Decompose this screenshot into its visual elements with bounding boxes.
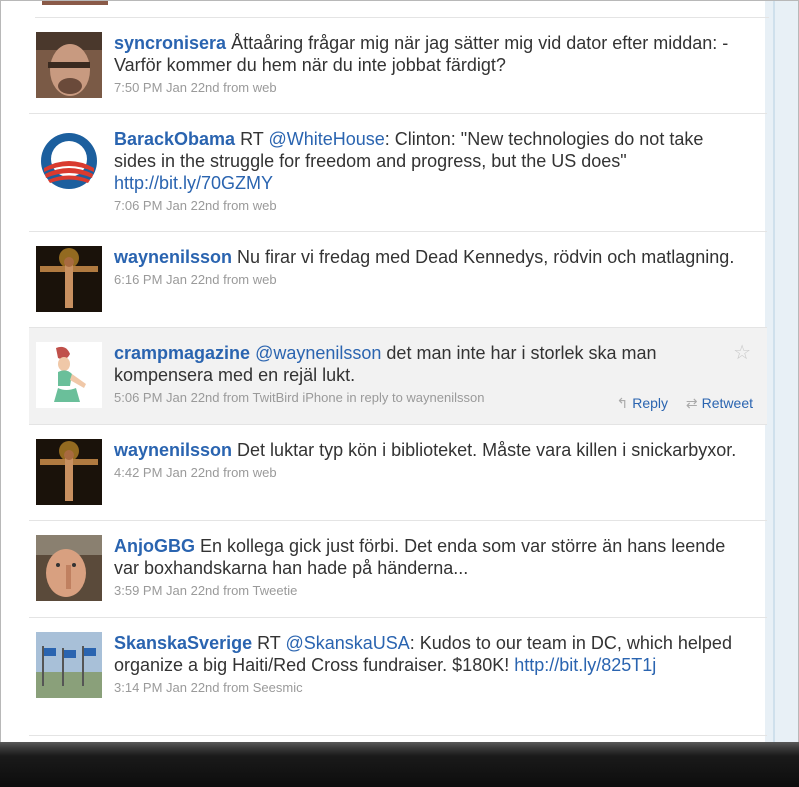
tweet: waynenilsson Nu firar vi fredag med Dead… [29,232,767,328]
star-icon[interactable]: ☆ [733,340,751,365]
avatar[interactable] [36,535,102,601]
tweet-body: AnjoGBG En kollega gick just förbi. Det … [114,535,747,599]
tweet-meta[interactable]: 7:06 PM Jan 22nd from web [114,198,747,214]
tweet: BarackObama RT @WhiteHouse: Clinton: "Ne… [29,114,767,232]
retweet-label: Retweet [701,395,753,411]
mention-link[interactable]: @SkanskaUSA [285,633,409,653]
retweet-button[interactable]: ⇄ Retweet [686,395,753,411]
tweet-meta[interactable]: 4:42 PM Jan 22nd from web [114,465,747,481]
avatar[interactable] [36,439,102,505]
avatar[interactable] [36,632,102,698]
sidebar-divider [773,1,775,743]
avatar [42,1,108,5]
tweet: SkanskaSverige RT @SkanskaUSA: Kudos to … [29,618,767,736]
sidebar-rail [765,1,798,743]
username-link[interactable]: crampmagazine [114,343,250,363]
tweet-body: syncronisera Åttaåring frågar mig när ja… [114,32,747,96]
avatar[interactable] [36,128,102,194]
username-link[interactable]: AnjoGBG [114,536,195,556]
tweet-text: Det luktar typ kön i biblioteket. Måste … [232,440,737,460]
tweet-body: waynenilsson Det luktar typ kön i biblio… [114,439,747,481]
username-link[interactable]: waynenilsson [114,247,232,267]
tweet-text: En kollega gick just förbi. Det enda som… [114,536,726,578]
reply-arrow-icon: ↰ [616,395,629,411]
username-link[interactable]: waynenilsson [114,440,232,460]
url-link[interactable]: http://bit.ly/825T1j [514,655,656,675]
tweet: waynenilsson Det luktar typ kön i biblio… [29,425,767,521]
browser-frame: syncronisera Åttaåring frågar mig när ja… [0,0,799,787]
reply-label: Reply [632,395,669,411]
username-link[interactable]: SkanskaSverige [114,633,252,653]
tweet-body: BarackObama RT @WhiteHouse: Clinton: "Ne… [114,128,747,214]
tweet-meta[interactable]: 3:59 PM Jan 22nd from Tweetie [114,583,747,599]
tweet: AnjoGBG En kollega gick just förbi. Det … [29,521,767,618]
avatar[interactable] [36,32,102,98]
tweet-text: RT [252,633,286,653]
mention-link[interactable]: @waynenilsson [255,343,381,363]
tweet-body: waynenilsson Nu firar vi fredag med Dead… [114,246,747,288]
retweet-icon: ⇄ [685,395,698,411]
avatar[interactable] [36,342,102,408]
tweet-text: RT [235,129,269,149]
avatar[interactable] [36,246,102,312]
tweet-actions: ↰ Reply ⇄ Retweet [602,395,753,412]
tweet-meta[interactable]: 3:14 PM Jan 22nd from Seesmic [114,680,747,696]
previous-tweet-partial [35,1,769,18]
window-bottom-bar [0,742,799,787]
tweet-text: Nu firar vi fredag med Dead Kennedys, rö… [232,247,735,267]
tweet: crampmagazine @waynenilsson det man inte… [29,328,767,425]
reply-button[interactable]: ↰ Reply [616,395,668,411]
username-link[interactable]: syncronisera [114,33,226,53]
username-link[interactable]: BarackObama [114,129,235,149]
tweet-meta[interactable]: 7:50 PM Jan 22nd from web [114,80,747,96]
url-link[interactable]: http://bit.ly/70GZMY [114,173,273,193]
tweet-body: SkanskaSverige RT @SkanskaUSA: Kudos to … [114,632,747,696]
tweet-meta[interactable]: 6:16 PM Jan 22nd from web [114,272,747,288]
tweet: syncronisera Åttaåring frågar mig när ja… [29,18,767,114]
mention-link[interactable]: @WhiteHouse [268,129,384,149]
